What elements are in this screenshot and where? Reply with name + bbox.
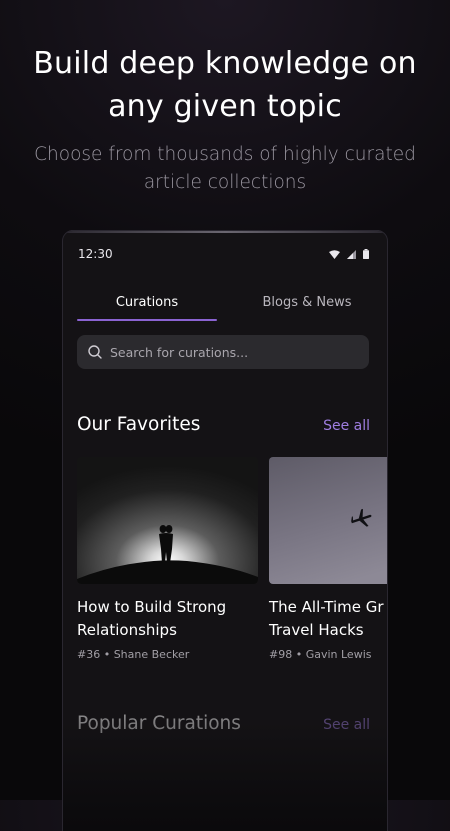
popular-see-all-link[interactable]: See all: [323, 717, 370, 733]
curation-card[interactable]: How to Build Strong Relationships #36 • …: [77, 457, 258, 661]
card-title: The All-Time Gr Travel Hacks: [269, 596, 387, 642]
hero-title-line-2: any given topic: [108, 89, 342, 124]
tab-curations[interactable]: Curations: [77, 289, 217, 322]
battery-icon: [363, 249, 369, 259]
curation-card[interactable]: The All-Time Gr Travel Hacks #98 • Gavin…: [269, 457, 387, 661]
wifi-icon: [329, 249, 340, 259]
search-bar[interactable]: [77, 335, 369, 369]
phone-screen: 12:30 Curations Blogs & News Our Favorit…: [63, 231, 387, 831]
favorites-heading: Our Favorites: [77, 414, 201, 435]
bottom-fade-overlay: [63, 649, 387, 831]
search-icon: [88, 345, 102, 359]
active-tab-indicator: [77, 319, 217, 321]
popular-curations-heading: Popular Curations: [77, 713, 241, 734]
status-icons: [329, 249, 369, 259]
hero-subtitle: Choose from thousands of highly curated …: [30, 141, 420, 197]
tab-bar: Curations Blogs & News: [77, 289, 373, 322]
hero-title-line-1: Build deep knowledge on: [33, 46, 417, 81]
hero-subtitle-line-2: article collections: [143, 172, 307, 193]
card-title-line-1: The All-Time Gr: [269, 598, 384, 616]
card-title: How to Build Strong Relationships: [77, 596, 258, 642]
card-title-line-2: Relationships: [77, 621, 177, 639]
status-time: 12:30: [78, 247, 113, 261]
tab-blogs-news[interactable]: Blogs & News: [237, 289, 377, 322]
cellular-signal-icon: [347, 249, 356, 259]
card-title-line-1: How to Build Strong: [77, 598, 227, 616]
hero-title: Build deep knowledge on any given topic: [20, 42, 430, 128]
search-input[interactable]: [108, 343, 352, 361]
hero-subtitle-line-1: Choose from thousands of highly curated: [34, 144, 416, 165]
card-meta: #98 • Gavin Lewis: [269, 648, 372, 661]
card-image-couple-silhouette: [77, 457, 258, 584]
status-bar: 12:30: [63, 231, 387, 277]
card-image-airplane: [269, 457, 387, 584]
favorites-see-all-link[interactable]: See all: [323, 418, 370, 434]
card-meta: #36 • Shane Becker: [77, 648, 190, 661]
card-title-line-2: Travel Hacks: [269, 621, 364, 639]
